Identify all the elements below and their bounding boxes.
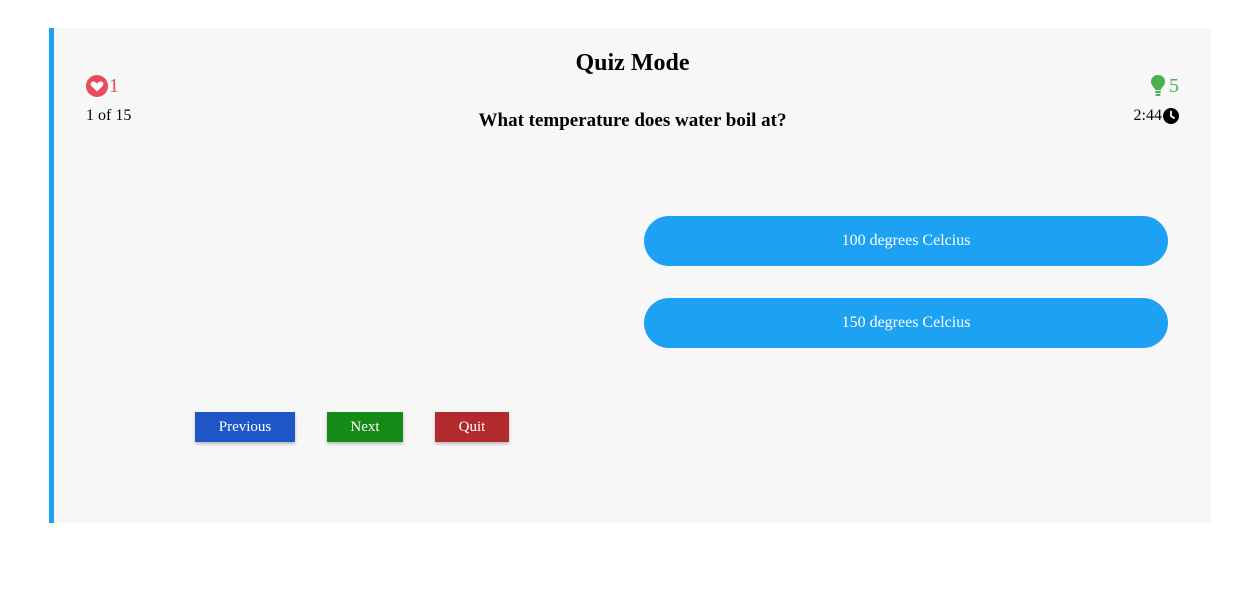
clock-icon — [1163, 108, 1179, 124]
lives-count: 1 — [109, 75, 119, 97]
quit-button[interactable]: Quit — [435, 412, 509, 442]
lives-indicator: 1 — [86, 74, 119, 98]
timer: 2:44 — [1134, 107, 1179, 125]
timer-value: 2:44 — [1133, 107, 1162, 124]
next-button[interactable]: Next — [327, 412, 403, 442]
lightbulb-icon[interactable] — [1149, 74, 1167, 98]
previous-button[interactable]: Previous — [195, 412, 295, 442]
hints-count: 5 — [1169, 75, 1179, 97]
heart-icon — [86, 75, 108, 97]
page-title: Quiz Mode — [575, 50, 690, 76]
answer-option[interactable]: 150 degrees Celcius — [644, 298, 1168, 348]
answer-option[interactable]: 100 degrees Celcius — [644, 216, 1168, 266]
quiz-card: Quiz Mode 1 1 of 15 What temperature doe… — [49, 28, 1211, 523]
hints-indicator[interactable]: 5 — [1149, 74, 1179, 98]
question-text: What temperature does water boil at? — [478, 110, 787, 131]
